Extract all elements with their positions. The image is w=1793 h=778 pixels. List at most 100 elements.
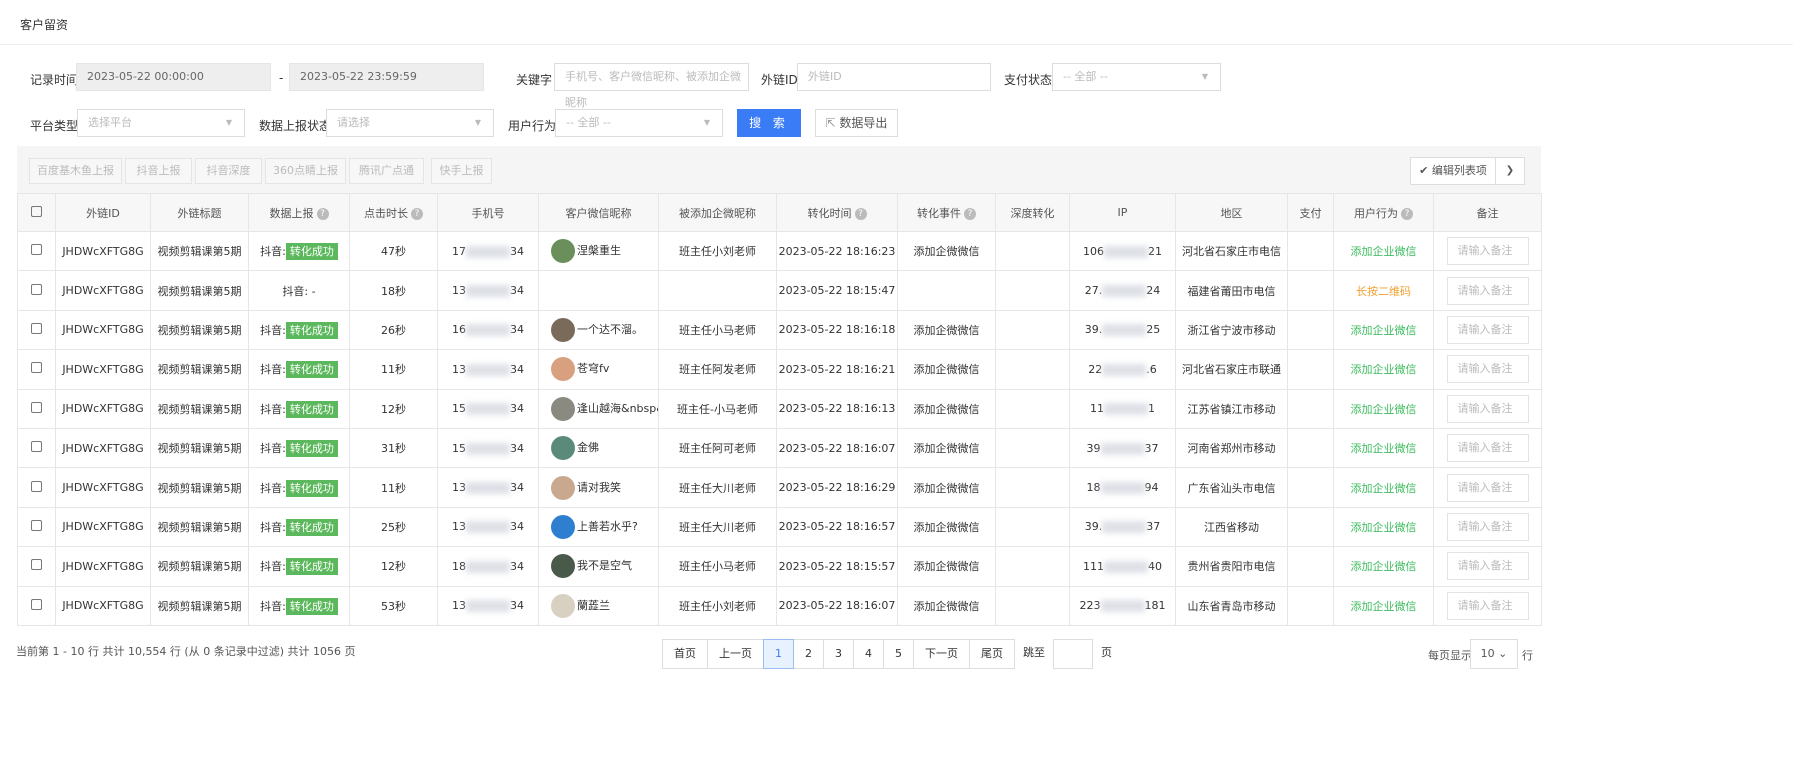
row-checkbox-cell[interactable] [17, 585, 56, 626]
next-page-button[interactable]: 下一页 [913, 639, 970, 669]
added-name-cell: 班主任小刘老师 [658, 585, 777, 626]
help-icon[interactable]: ? [316, 207, 329, 220]
goto-page-input[interactable] [1053, 639, 1093, 669]
phone-suffix: 34 [510, 362, 524, 376]
row-checkbox[interactable] [31, 401, 42, 413]
report-cell: 抖音: 转化成功 [248, 506, 350, 548]
convert-event-cell: 添加企微微信 [897, 388, 996, 429]
row-checkbox-cell[interactable] [17, 506, 56, 548]
page-button[interactable]: 4 [853, 639, 884, 669]
check-icon: ✔ [1419, 164, 1429, 177]
platform-label: 平台类型 [30, 119, 79, 133]
link-id-input[interactable]: 外链ID [797, 63, 991, 91]
phone-prefix: 16 [452, 323, 466, 337]
edit-columns-button[interactable]: ✔ 编辑列表项 [1410, 157, 1496, 185]
end-time-input[interactable]: 2023-05-22 23:59:59 [289, 63, 484, 91]
page-button[interactable]: 5 [883, 639, 914, 669]
column-header-label: 外链标题 [177, 206, 222, 220]
behavior-select[interactable]: -- 全部 -- [555, 109, 723, 137]
select-all-cell[interactable] [17, 193, 56, 232]
row-checkbox[interactable] [31, 441, 42, 453]
note-input[interactable]: 请输入备注 [1446, 394, 1529, 423]
keyword-input[interactable]: 手机号、客户微信昵称、被添加企微昵称 [554, 63, 749, 109]
pay-status-select[interactable]: -- 全部 -- [1052, 63, 1221, 91]
ip-prefix: 18 [1086, 481, 1101, 495]
note-cell: 请输入备注 [1433, 427, 1542, 469]
report-button[interactable]: 抖音上报 [125, 158, 192, 184]
pay-cell [1287, 427, 1334, 469]
report-status-select[interactable]: 请选择 [326, 109, 494, 137]
region-cell: 贵州省贵阳市电信 [1175, 546, 1288, 587]
link-id: JHDWcXFTG8G [62, 284, 144, 298]
first-page-button[interactable]: 首页 [662, 639, 708, 669]
note-input[interactable]: 请输入备注 [1446, 237, 1529, 266]
note-input[interactable]: 请输入备注 [1446, 591, 1529, 620]
row-checkbox-cell[interactable] [17, 230, 56, 272]
page-button[interactable]: 3 [823, 639, 854, 669]
phone-suffix: 34 [510, 284, 524, 298]
row-checkbox[interactable] [31, 283, 42, 295]
per-page-select[interactable]: 10 ⌄ [1470, 639, 1518, 669]
phone-cell: 15 34 [437, 427, 539, 469]
data-table: 外链ID 外链标题 数据上报? 点击时长? 手机号 客户微信昵称 被添加企微昵称 转化时间? 转… [17, 193, 1542, 626]
row-checkbox[interactable] [31, 598, 42, 610]
report-status-badge: 转化成功 [285, 243, 338, 261]
link-title: 视频剪辑课第5期 [157, 520, 242, 534]
row-checkbox-cell[interactable] [17, 349, 56, 390]
row-checkbox-cell[interactable] [17, 427, 56, 469]
table-row: JHDWcXFTG8G 视频剪辑课第5期 抖音: 转化成功 11秒 13 34 请对我笑 班主任… [17, 467, 1542, 508]
row-checkbox-cell[interactable] [17, 309, 56, 351]
region: 江西省移动 [1204, 520, 1259, 534]
added-wecom-name: 班主任小刘老师 [679, 599, 756, 613]
last-page-button[interactable]: 尾页 [969, 639, 1015, 669]
chevron-down-icon[interactable]: ❯ [1495, 157, 1525, 185]
report-button[interactable]: 腾讯广点通 [349, 158, 424, 184]
note-input[interactable]: 请输入备注 [1446, 512, 1529, 541]
search-button[interactable]: 搜 索 [737, 109, 801, 137]
page-button[interactable]: 2 [793, 639, 824, 669]
report-status-badge: 转化成功 [285, 400, 338, 418]
click-duration: 12秒 [381, 402, 406, 416]
row-checkbox-cell[interactable] [17, 388, 56, 429]
row-checkbox-cell[interactable] [17, 467, 56, 508]
help-icon[interactable]: ? [1401, 207, 1413, 220]
help-icon[interactable]: ? [854, 207, 867, 220]
row-checkbox[interactable] [31, 559, 42, 571]
note-input[interactable]: 请输入备注 [1446, 434, 1529, 463]
nickname-cell: 逢山越海&nbsp&nbsp [538, 388, 659, 429]
note-input[interactable]: 请输入备注 [1446, 276, 1529, 305]
row-checkbox[interactable] [31, 519, 42, 531]
export-button[interactable]: ⇱ 数据导出 [815, 109, 898, 137]
convert-event: 添加企微微信 [913, 560, 980, 574]
report-button[interactable]: 百度基木鱼上报 [29, 158, 122, 184]
row-checkbox-cell[interactable] [17, 546, 56, 587]
convert-time-cell: 2023-05-22 18:16:07 [776, 427, 898, 469]
page-button[interactable]: 1 [763, 639, 794, 669]
note-input[interactable]: 请输入备注 [1446, 315, 1529, 344]
ip-suffix: 181 [1144, 599, 1166, 613]
convert-event-cell [897, 270, 996, 311]
row-checkbox-cell[interactable] [17, 270, 56, 311]
help-icon[interactable]: ? [964, 207, 976, 220]
platform-select[interactable]: 选择平台 [77, 109, 245, 137]
report-button[interactable]: 360点睛上报 [265, 158, 346, 184]
row-checkbox[interactable] [31, 244, 42, 256]
deep-convert-cell [995, 270, 1070, 311]
report-button[interactable]: 快手上报 [431, 158, 492, 184]
behavior-cell: 添加企业微信 [1333, 388, 1434, 429]
convert-time: 2023-05-22 18:16:21 [778, 362, 896, 376]
note-input[interactable]: 请输入备注 [1446, 473, 1529, 502]
start-time-input[interactable]: 2023-05-22 00:00:00 [76, 63, 271, 91]
note-input[interactable]: 请输入备注 [1446, 355, 1529, 384]
column-header: 数据上报? [248, 193, 350, 232]
report-button[interactable]: 抖音深度 [195, 158, 262, 184]
prev-page-button[interactable]: 上一页 [707, 639, 764, 669]
note-input[interactable]: 请输入备注 [1446, 552, 1529, 581]
select-all-checkbox[interactable] [31, 205, 42, 217]
row-checkbox[interactable] [31, 362, 42, 374]
help-icon[interactable]: ? [411, 207, 423, 220]
row-checkbox[interactable] [31, 322, 42, 334]
user-behavior: 添加企业微信 [1350, 323, 1417, 337]
row-checkbox[interactable] [31, 480, 42, 492]
convert-time-cell: 2023-05-22 18:16:57 [776, 506, 898, 548]
